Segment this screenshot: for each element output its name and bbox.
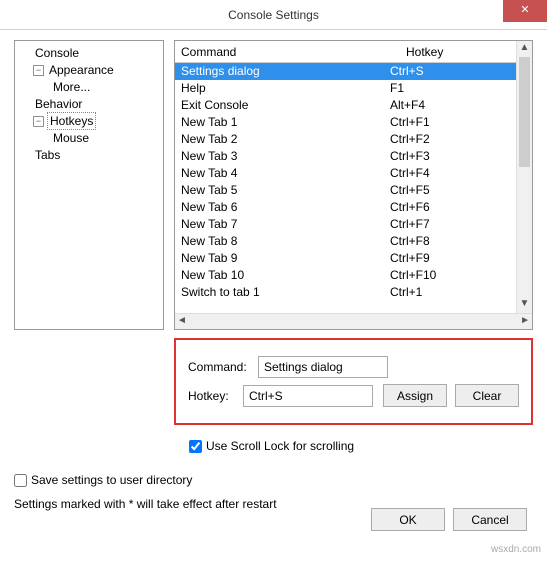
- command-cell: New Tab 10: [175, 267, 386, 284]
- hotkey-cell: Ctrl+F2: [386, 131, 516, 148]
- watermark: wsxdn.com: [491, 544, 541, 555]
- close-button[interactable]: ✕: [503, 0, 547, 22]
- hotkey-cell: Ctrl+F10: [386, 267, 516, 284]
- hotkey-cell: Ctrl+F7: [386, 216, 516, 233]
- list-item[interactable]: Settings dialogCtrl+S: [175, 63, 516, 80]
- tree-item[interactable]: Console: [17, 45, 161, 62]
- list-item[interactable]: New Tab 2Ctrl+F2: [175, 131, 516, 148]
- list-item[interactable]: Switch to tab 1Ctrl+1: [175, 284, 516, 301]
- command-cell: New Tab 8: [175, 233, 386, 250]
- command-cell: New Tab 9: [175, 250, 386, 267]
- command-field[interactable]: [258, 356, 388, 378]
- scroll-right-icon[interactable]: ►: [520, 314, 530, 329]
- list-item[interactable]: New Tab 9Ctrl+F9: [175, 250, 516, 267]
- list-item[interactable]: New Tab 6Ctrl+F6: [175, 199, 516, 216]
- hotkey-cell: Ctrl+S: [386, 63, 516, 80]
- command-cell: Exit Console: [175, 97, 386, 114]
- command-cell: New Tab 3: [175, 148, 386, 165]
- hotkey-label: Hotkey:: [188, 389, 243, 403]
- hotkey-cell: Ctrl+F9: [386, 250, 516, 267]
- list-item[interactable]: HelpF1: [175, 80, 516, 97]
- scroll-left-icon[interactable]: ◄: [177, 314, 187, 329]
- tree-item-label: More...: [51, 79, 92, 95]
- horizontal-scrollbar[interactable]: ◄ ►: [175, 313, 532, 329]
- tree-item-label: Hotkeys: [47, 112, 96, 130]
- tree-item[interactable]: Behavior: [17, 96, 161, 113]
- clear-button[interactable]: Clear: [455, 384, 519, 407]
- hotkey-cell: Ctrl+F6: [386, 199, 516, 216]
- cancel-button[interactable]: Cancel: [453, 508, 527, 531]
- tree-item[interactable]: Mouse: [17, 130, 161, 147]
- hotkey-cell: Ctrl+F1: [386, 114, 516, 131]
- hotkey-cell: Ctrl+F4: [386, 165, 516, 182]
- tree-item-label: Mouse: [51, 130, 91, 146]
- command-cell: New Tab 1: [175, 114, 386, 131]
- collapse-icon[interactable]: −: [33, 65, 44, 76]
- hotkey-edit-panel: Command: Hotkey: Assign Clear: [174, 338, 533, 425]
- scroll-down-icon[interactable]: ▼: [517, 297, 532, 313]
- command-cell: New Tab 2: [175, 131, 386, 148]
- list-item[interactable]: New Tab 3Ctrl+F3: [175, 148, 516, 165]
- close-icon: ✕: [520, 4, 529, 16]
- tree-item[interactable]: −Hotkeys: [17, 113, 161, 130]
- header-command[interactable]: Command: [175, 41, 402, 62]
- command-cell: New Tab 7: [175, 216, 386, 233]
- tree-item-label: Tabs: [33, 147, 62, 163]
- list-item[interactable]: New Tab 7Ctrl+F7: [175, 216, 516, 233]
- command-cell: New Tab 6: [175, 199, 386, 216]
- command-label: Command:: [188, 360, 258, 374]
- ok-button[interactable]: OK: [371, 508, 445, 531]
- list-item[interactable]: New Tab 8Ctrl+F8: [175, 233, 516, 250]
- command-cell: Help: [175, 80, 386, 97]
- tree-item-label: Behavior: [33, 96, 84, 112]
- hotkey-cell: F1: [386, 80, 516, 97]
- scroll-lock-label: Use Scroll Lock for scrolling: [206, 439, 354, 453]
- save-user-dir-checkbox[interactable]: [14, 474, 27, 487]
- hotkey-cell: Alt+F4: [386, 97, 516, 114]
- assign-button[interactable]: Assign: [383, 384, 447, 407]
- hotkey-cell: Ctrl+F3: [386, 148, 516, 165]
- tree-item-label: Appearance: [47, 62, 116, 78]
- hotkeys-list[interactable]: Command Hotkey Settings dialogCtrl+SHelp…: [174, 40, 533, 330]
- hotkey-cell: Ctrl+F8: [386, 233, 516, 250]
- command-cell: Settings dialog: [175, 63, 386, 80]
- tree-item[interactable]: Tabs: [17, 147, 161, 164]
- vertical-scrollbar[interactable]: ▲ ▼: [516, 41, 532, 313]
- list-item[interactable]: Exit ConsoleAlt+F4: [175, 97, 516, 114]
- hotkey-field[interactable]: [243, 385, 373, 407]
- settings-tree[interactable]: Console−AppearanceMore...Behavior−Hotkey…: [14, 40, 164, 330]
- window-title: Console Settings: [228, 8, 319, 22]
- tree-item-label: Console: [33, 45, 81, 61]
- list-item[interactable]: New Tab 4Ctrl+F4: [175, 165, 516, 182]
- scroll-up-icon[interactable]: ▲: [517, 41, 532, 57]
- hotkey-cell: Ctrl+1: [386, 284, 516, 301]
- title-bar: Console Settings ✕: [0, 0, 547, 30]
- list-item[interactable]: New Tab 10Ctrl+F10: [175, 267, 516, 284]
- command-cell: Switch to tab 1: [175, 284, 386, 301]
- command-cell: New Tab 5: [175, 182, 386, 199]
- header-hotkey[interactable]: Hotkey: [402, 41, 532, 62]
- list-item[interactable]: New Tab 5Ctrl+F5: [175, 182, 516, 199]
- tree-item[interactable]: More...: [17, 79, 161, 96]
- tree-item[interactable]: −Appearance: [17, 62, 161, 79]
- save-user-dir-label: Save settings to user directory: [31, 473, 192, 487]
- collapse-icon[interactable]: −: [33, 116, 44, 127]
- scroll-thumb[interactable]: [519, 57, 530, 167]
- list-item[interactable]: New Tab 1Ctrl+F1: [175, 114, 516, 131]
- scroll-lock-checkbox[interactable]: [189, 440, 202, 453]
- hotkey-cell: Ctrl+F5: [386, 182, 516, 199]
- command-cell: New Tab 4: [175, 165, 386, 182]
